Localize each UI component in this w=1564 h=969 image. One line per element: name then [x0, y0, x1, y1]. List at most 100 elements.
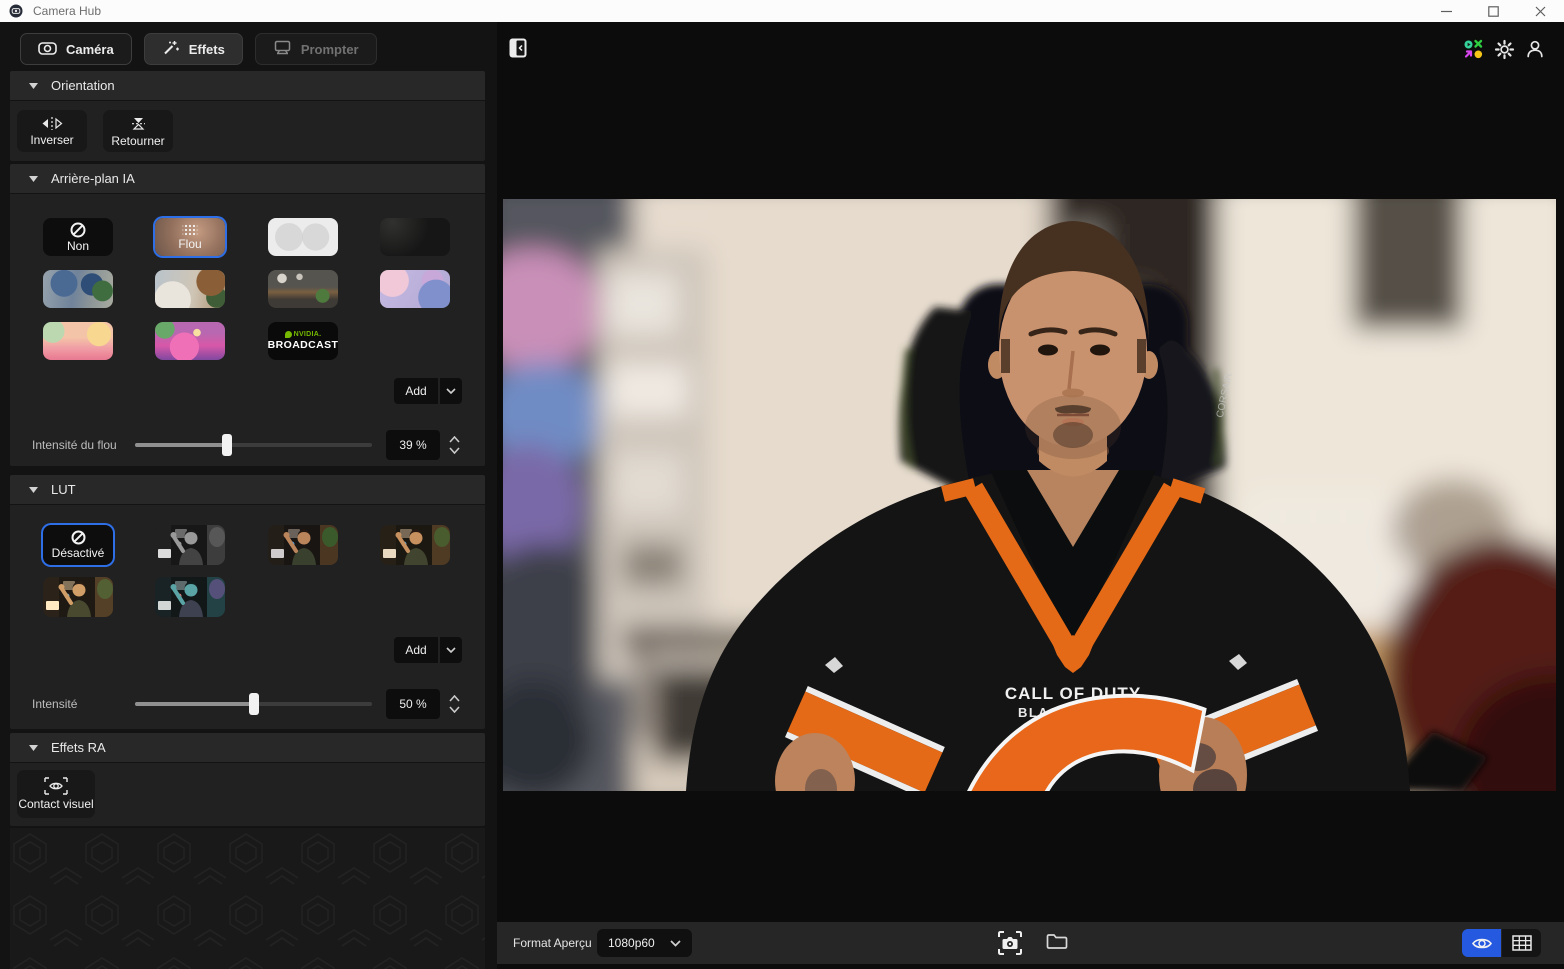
- flip-horizontal-label: Inverser: [30, 133, 73, 147]
- stepper-up-icon[interactable]: [449, 695, 460, 702]
- bg-tile-desk-setup[interactable]: [268, 270, 338, 308]
- lut-tile-teal[interactable]: [155, 577, 225, 617]
- eye-contact-icon: [44, 777, 68, 795]
- chevron-down-icon: [446, 388, 456, 394]
- stepper-down-icon[interactable]: [449, 706, 460, 713]
- tab-camera-label: Caméra: [66, 42, 114, 57]
- effects-sidebar: Caméra Effets Prompter: [0, 22, 497, 969]
- minimize-icon[interactable]: [1423, 0, 1470, 22]
- collapse-triangle-icon: [29, 83, 38, 89]
- bg-tile-nvidia-broadcast[interactable]: NVIDIA. BROADCAST: [268, 322, 338, 360]
- blur-intensity-label: Intensité du flou: [32, 438, 117, 452]
- preview-bottom-bar: Format Aperçu 1080p60: [497, 922, 1564, 964]
- lut-add-button[interactable]: Add: [394, 637, 438, 663]
- format-value: 1080p60: [608, 936, 655, 950]
- flip-horizontal-button[interactable]: Inverser: [17, 110, 87, 152]
- slider-handle[interactable]: [249, 693, 259, 715]
- lut-preview-thumbnail: [43, 577, 113, 617]
- app-area: Caméra Effets Prompter: [0, 22, 1564, 969]
- bg-tile-pastel-couch[interactable]: [43, 322, 113, 360]
- flip-vertical-button[interactable]: Retourner: [103, 110, 173, 152]
- nvidia-broadcast-text: BROADCAST: [268, 339, 338, 351]
- eye-contact-label: Contact visuel: [18, 797, 93, 811]
- section-ar-effects-header[interactable]: Effets RA: [10, 733, 485, 762]
- section-ar-effects: Effets RA Contact visuel: [10, 733, 485, 826]
- stepper-down-icon[interactable]: [449, 447, 460, 454]
- collapse-panel-icon: [509, 38, 527, 58]
- close-icon[interactable]: [1517, 0, 1564, 22]
- eye-icon: [1471, 936, 1493, 951]
- gear-icon[interactable]: [1493, 38, 1515, 60]
- bg-add-button[interactable]: Add: [394, 378, 438, 404]
- lut-tile-off[interactable]: Désactivé: [43, 525, 113, 565]
- tab-prompter-label: Prompter: [301, 42, 359, 57]
- eye-contact-button[interactable]: Contact visuel: [17, 770, 95, 818]
- collapse-triangle-icon: [29, 745, 38, 751]
- blur-icon: [182, 224, 198, 236]
- bg-tile-office[interactable]: [43, 270, 113, 308]
- stepper-up-icon[interactable]: [449, 436, 460, 443]
- chevron-down-icon: [670, 940, 681, 947]
- bg-tile-blur[interactable]: Flou: [155, 218, 225, 256]
- bg-tile-anime-room[interactable]: [380, 270, 450, 308]
- camera-hub-window: Camera Hub Caméra: [0, 0, 1564, 969]
- tab-prompter[interactable]: Prompter: [255, 33, 377, 65]
- format-select[interactable]: 1080p60: [597, 929, 692, 957]
- nvidia-brand-text: NVIDIA.: [294, 331, 322, 338]
- grid-icon: [1512, 935, 1532, 951]
- lut-intensity-slider[interactable]: [135, 702, 372, 706]
- lut-preview-thumbnail: [155, 525, 225, 565]
- preview-view-button[interactable]: [1462, 929, 1501, 957]
- blur-intensity-slider[interactable]: [135, 443, 372, 447]
- chevron-down-icon: [446, 647, 456, 653]
- bg-tile-none[interactable]: Non: [43, 218, 113, 256]
- folder-icon: [1046, 932, 1068, 950]
- section-orientation-header[interactable]: Orientation: [10, 71, 485, 100]
- collapse-sidebar-button[interactable]: [509, 38, 527, 58]
- bg-tile-dark-studio[interactable]: [380, 218, 450, 256]
- lut-tile-warm-2[interactable]: [43, 577, 113, 617]
- section-lut-header[interactable]: LUT: [10, 475, 485, 504]
- tab-effects[interactable]: Effets: [144, 33, 243, 65]
- snapshot-button[interactable]: [995, 928, 1025, 958]
- section-ai-background-title: Arrière-plan IA: [51, 171, 135, 186]
- lut-tile-natural[interactable]: [268, 525, 338, 565]
- maximize-icon[interactable]: [1470, 0, 1517, 22]
- lut-intensity-value[interactable]: 50 %: [386, 689, 440, 719]
- bg-tile-pink-couch[interactable]: [155, 322, 225, 360]
- section-ai-background-header[interactable]: Arrière-plan IA: [10, 164, 485, 193]
- bg-tile-blur-label: Flou: [178, 237, 201, 251]
- tab-camera[interactable]: Caméra: [20, 33, 132, 65]
- app-logo-icon: [9, 4, 23, 18]
- bg-tile-living-room[interactable]: [155, 270, 225, 308]
- open-folder-button[interactable]: [1046, 932, 1068, 954]
- bg-tile-white-studio[interactable]: [268, 218, 338, 256]
- grid-view-button[interactable]: [1502, 929, 1541, 957]
- bg-add-dropdown[interactable]: [440, 378, 462, 404]
- window-titlebar: Camera Hub: [0, 0, 1564, 22]
- lut-intensity-stepper: [444, 689, 464, 719]
- lut-tile-warm[interactable]: [380, 525, 450, 565]
- blur-intensity-value[interactable]: 39 %: [386, 430, 440, 460]
- lut-tile-bw[interactable]: [155, 525, 225, 565]
- slider-fill: [135, 702, 254, 706]
- user-account-icon[interactable]: [1524, 38, 1546, 60]
- section-lut: LUT: [10, 475, 485, 729]
- view-mode-toggle: [1462, 929, 1541, 957]
- magic-wand-icon: [162, 39, 180, 59]
- sidebar-pattern-decoration: [10, 828, 485, 969]
- window-title: Camera Hub: [33, 4, 101, 18]
- preview-pane: CORSAIR: [497, 22, 1564, 969]
- bg-tile-none-label: Non: [67, 239, 89, 253]
- lut-tile-off-label: Désactivé: [52, 546, 105, 560]
- lut-preview-thumbnail: [155, 577, 225, 617]
- section-orientation-title: Orientation: [51, 78, 115, 93]
- marketplace-icon[interactable]: [1462, 38, 1484, 60]
- webcam-preview: CORSAIR: [503, 199, 1556, 791]
- flip-horizontal-icon: [41, 116, 63, 131]
- jersey-big-number: 6: [925, 620, 1217, 791]
- lut-add-dropdown[interactable]: [440, 637, 462, 663]
- slider-handle[interactable]: [222, 434, 232, 456]
- section-orientation: Orientation Inverser: [10, 71, 485, 161]
- flip-vertical-label: Retourner: [111, 134, 164, 148]
